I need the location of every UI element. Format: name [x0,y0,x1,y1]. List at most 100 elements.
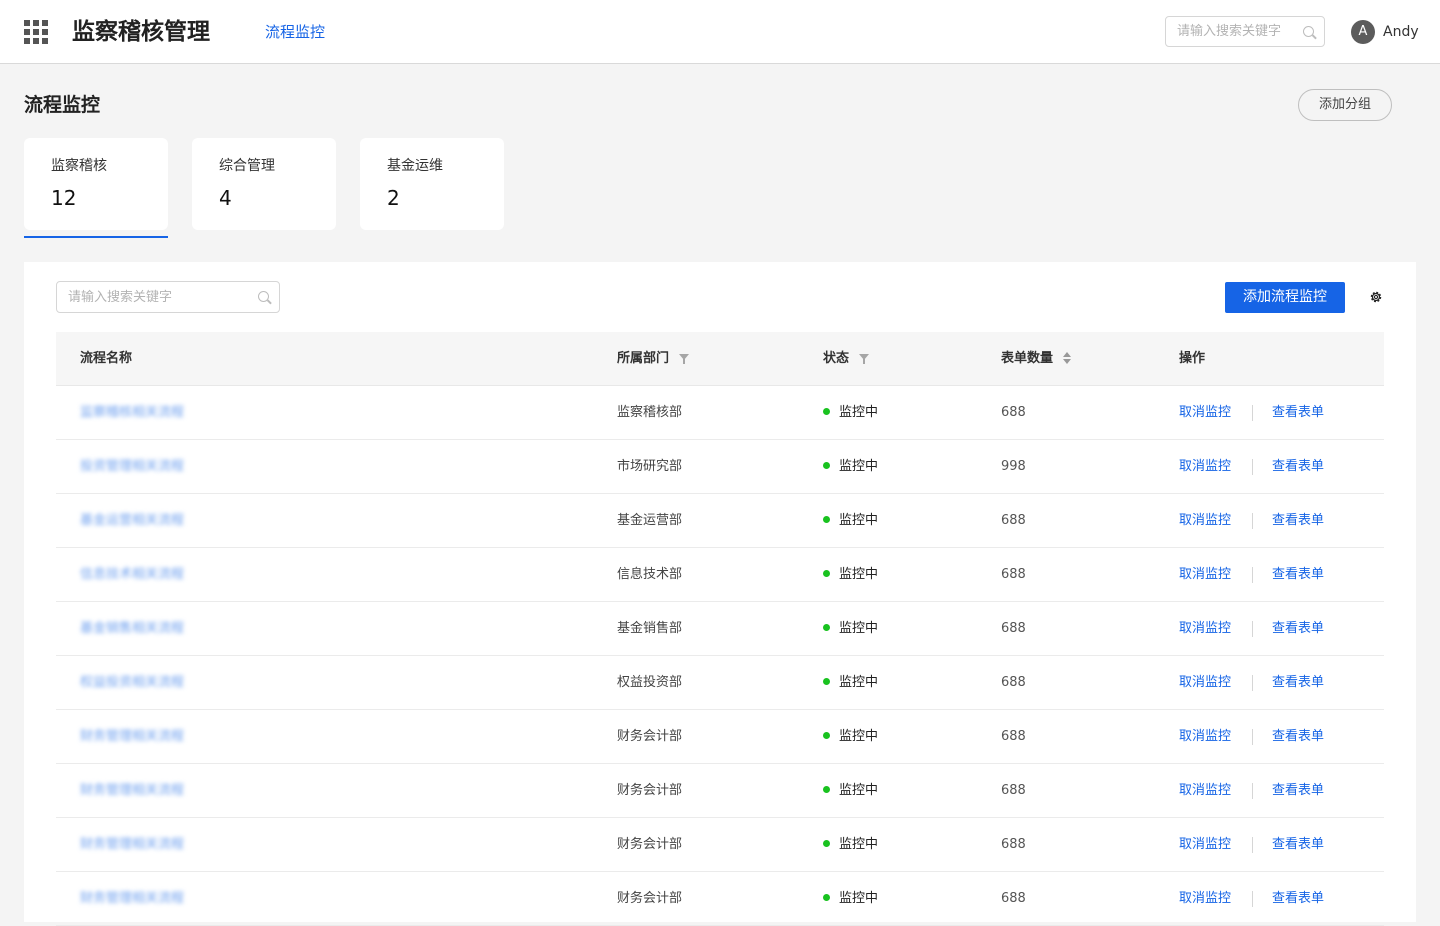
group-card-general[interactable]: 综合管理 4 [192,138,336,230]
view-form-link[interactable]: 查看表单 [1272,386,1324,440]
table-row: 权益投资相关流程 权益投资部 监控中 688 取消监控 查看表单 [56,656,1384,710]
view-form-link[interactable]: 查看表单 [1272,656,1324,710]
status-text: 监控中 [839,783,879,798]
view-form-link[interactable]: 查看表单 [1272,440,1324,494]
department-cell: 市场研究部 [617,459,683,474]
cancel-monitor-link[interactable]: 取消监控 [1179,818,1231,872]
action-divider [1252,729,1253,745]
form-count-cell: 688 [1001,405,1026,420]
status-dot-icon [823,570,830,577]
department-cell: 监察稽核部 [617,405,683,420]
status-cell: 监控中 [823,602,878,656]
status-cell: 监控中 [823,440,878,494]
column-header-department: 所属部门 [617,332,690,386]
group-card-count: 12 [51,186,77,210]
table-row: 财务管理相关流程 财务会计部 监控中 688 取消监控 查看表单 [56,764,1384,818]
group-card-count: 4 [219,186,232,210]
process-name-link[interactable]: 基金运营相关流程 [80,494,184,548]
process-name-link[interactable]: 财务管理相关流程 [80,818,184,872]
table-search-box [56,281,280,313]
column-header-status: 状态 [823,332,870,386]
top-search-input[interactable] [1166,17,1295,46]
cancel-monitor-link[interactable]: 取消监控 [1179,710,1231,764]
status-text: 监控中 [839,675,879,690]
group-card-fund-ops[interactable]: 基金运维 2 [360,138,504,230]
form-count-cell: 688 [1001,729,1026,744]
cancel-monitor-link[interactable]: 取消监控 [1179,656,1231,710]
search-icon[interactable] [258,291,269,302]
action-divider [1252,405,1253,421]
table-row: 基金销售相关流程 基金销售部 监控中 688 取消监控 查看表单 [56,602,1384,656]
process-name-link[interactable]: 财务管理相关流程 [80,764,184,818]
process-name-link[interactable]: 基金销售相关流程 [80,602,184,656]
avatar[interactable]: A [1351,20,1375,44]
table-body: 监察稽核相关流程 监察稽核部 监控中 688 取消监控 查看表单 投资管理相关流程 市场研究部… [56,386,1384,926]
department-cell: 基金销售部 [617,621,683,636]
nav-process-monitor[interactable]: 流程监控 [265,20,325,44]
status-text: 监控中 [839,891,879,906]
filter-icon[interactable] [679,353,690,364]
add-group-button[interactable]: 添加分组 [1298,89,1392,121]
status-text: 监控中 [839,459,879,474]
process-name-link[interactable]: 投资管理相关流程 [80,440,184,494]
cancel-monitor-link[interactable]: 取消监控 [1179,494,1231,548]
cancel-monitor-link[interactable]: 取消监控 [1179,764,1231,818]
process-name-link[interactable]: 信息技术相关流程 [80,548,184,602]
process-name-link[interactable]: 权益投资相关流程 [80,656,184,710]
column-header-status-label: 状态 [823,351,850,366]
column-header-name: 流程名称 [80,351,133,366]
action-divider [1252,675,1253,691]
action-divider [1252,783,1253,799]
table-row: 财务管理相关流程 财务会计部 监控中 688 取消监控 查看表单 [56,872,1384,926]
process-name-link[interactable]: 财务管理相关流程 [80,710,184,764]
status-cell: 监控中 [823,548,878,602]
view-form-link[interactable]: 查看表单 [1272,818,1324,872]
status-cell: 监控中 [823,818,878,872]
process-name-link[interactable]: 监察稽核相关流程 [80,386,184,440]
add-process-monitor-button[interactable]: 添加流程监控 [1225,282,1345,313]
status-text: 监控中 [839,621,879,636]
group-card-label: 综合管理 [219,158,275,174]
group-card-label: 基金运维 [387,158,443,174]
app-grid-icon[interactable] [24,20,48,44]
filter-icon[interactable] [859,353,870,364]
status-dot-icon [823,408,830,415]
cancel-monitor-link[interactable]: 取消监控 [1179,872,1231,926]
view-form-link[interactable]: 查看表单 [1272,548,1324,602]
table-row: 财务管理相关流程 财务会计部 监控中 688 取消监控 查看表单 [56,818,1384,872]
search-icon[interactable] [1303,26,1314,37]
table-search-input[interactable] [57,282,248,312]
view-form-link[interactable]: 查看表单 [1272,710,1324,764]
top-search-box [1165,16,1325,47]
form-count-cell: 688 [1001,567,1026,582]
status-text: 监控中 [839,513,879,528]
cancel-monitor-link[interactable]: 取消监控 [1179,548,1231,602]
cancel-monitor-link[interactable]: 取消监控 [1179,386,1231,440]
department-cell: 财务会计部 [617,783,683,798]
view-form-link[interactable]: 查看表单 [1272,494,1324,548]
table-row: 监察稽核相关流程 监察稽核部 监控中 688 取消监控 查看表单 [56,386,1384,440]
action-divider [1252,837,1253,853]
form-count-cell: 998 [1001,459,1026,474]
view-form-link[interactable]: 查看表单 [1272,602,1324,656]
form-count-cell: 688 [1001,837,1026,852]
status-text: 监控中 [839,405,879,420]
status-text: 监控中 [839,729,879,744]
status-text: 监控中 [839,837,879,852]
process-name-link[interactable]: 财务管理相关流程 [80,872,184,926]
department-cell: 信息技术部 [617,567,683,582]
status-dot-icon [823,624,830,631]
view-form-link[interactable]: 查看表单 [1272,764,1324,818]
column-header-actions: 操作 [1179,351,1206,366]
cancel-monitor-link[interactable]: 取消监控 [1179,602,1231,656]
action-divider [1252,513,1253,529]
view-form-link[interactable]: 查看表单 [1272,872,1324,926]
status-cell: 监控中 [823,710,878,764]
form-count-cell: 688 [1001,891,1026,906]
form-count-cell: 688 [1001,513,1026,528]
group-card-audit[interactable]: 监察稽核 12 [24,138,168,238]
username[interactable]: Andy [1383,22,1419,42]
settings-gear-icon[interactable] [1369,290,1383,304]
sort-icon[interactable] [1063,351,1072,364]
cancel-monitor-link[interactable]: 取消监控 [1179,440,1231,494]
